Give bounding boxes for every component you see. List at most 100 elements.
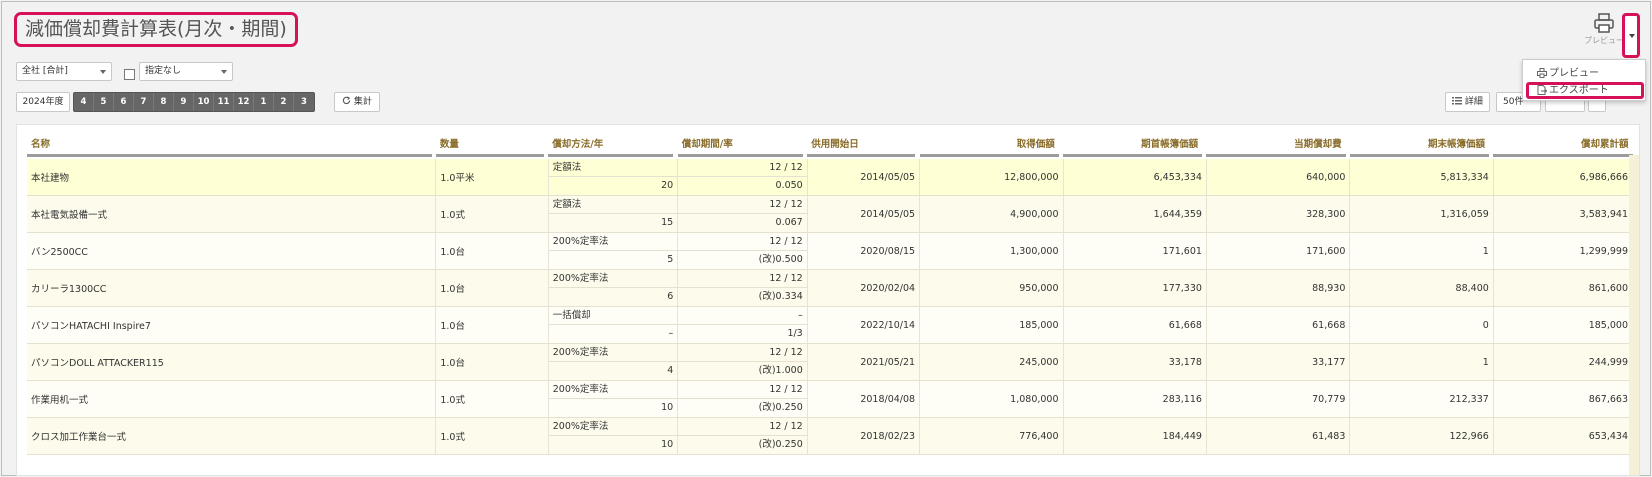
cell-method: 200%定率法 5 xyxy=(548,232,679,270)
table-row[interactable]: 本社電気設備一式 1.0式 定額法 15 12 / 12 0.067 2014/05/05 4… xyxy=(27,195,1634,233)
table-row[interactable]: パソコンDOLL ATTACKER115 1.0台 200%定率法 4 12 / 12 (… xyxy=(27,343,1634,381)
refresh-icon xyxy=(342,96,351,105)
cell-current-dep: 70,779 xyxy=(1206,380,1351,418)
cell-closing-book: 1 xyxy=(1349,232,1494,270)
cell-acquisition: 950,000 xyxy=(919,269,1064,307)
printer-icon xyxy=(1537,68,1547,78)
table-row[interactable]: クロス加工作業台一式 1.0式 200%定率法 10 12 / 12 (改)0.250 20… xyxy=(27,417,1634,455)
cell-acquisition: 12,800,000 xyxy=(919,159,1064,196)
column-header[interactable]: 期末帳簿価額 xyxy=(1349,125,1490,157)
cell-period: 12 / 12 (改)0.250 xyxy=(677,417,808,455)
cell-quantity: 1.0台 xyxy=(435,232,549,270)
column-header[interactable]: 償却累計額 xyxy=(1493,125,1633,157)
menu-item-export[interactable]: エクスポート xyxy=(1526,82,1644,99)
detail-button[interactable]: 詳細 xyxy=(1445,92,1490,112)
month-button[interactable]: 2 xyxy=(274,93,294,111)
cell-start: 2014/05/05 xyxy=(807,159,921,196)
cell-rate-value: 0.067 xyxy=(775,217,803,228)
table-row[interactable]: バン2500CC 1.0台 200%定率法 5 12 / 12 (改)0.500 2020/… xyxy=(27,232,1634,270)
cell-opening-book: 1,644,359 xyxy=(1063,195,1207,233)
month-button[interactable]: 11 xyxy=(214,93,234,111)
cell-years-value: – xyxy=(668,328,674,339)
list-icon xyxy=(1452,97,1463,105)
table-row[interactable]: 作業用机一式 1.0式 200%定率法 10 12 / 12 (改)0.250 2018/0… xyxy=(27,380,1634,418)
cell-opening-book: 283,116 xyxy=(1063,380,1207,418)
cell-current-dep: 61,483 xyxy=(1206,417,1351,455)
month-button[interactable]: 3 xyxy=(294,93,314,111)
month-button[interactable]: 10 xyxy=(194,93,214,111)
month-button[interactable]: 6 xyxy=(114,93,134,111)
column-header[interactable]: 償却方法/年 xyxy=(548,125,674,157)
cell-method: 定額法 20 xyxy=(548,159,679,196)
cell-period-value: 12 / 12 xyxy=(678,418,807,436)
cell-current-dep: 33,177 xyxy=(1206,343,1351,381)
column-header[interactable]: 数量 xyxy=(435,125,544,157)
cell-period-value: 12 / 12 xyxy=(678,233,807,251)
menu-item-export-label: エクスポート xyxy=(1549,85,1609,96)
cell-closing-book: 88,400 xyxy=(1349,269,1494,307)
column-header[interactable]: 償却期間/率 xyxy=(677,125,803,157)
month-button[interactable]: 1 xyxy=(254,93,274,111)
cell-years-value: 15 xyxy=(661,217,674,228)
cell-period: 12 / 12 0.050 xyxy=(677,159,808,196)
cell-closing-book: 122,966 xyxy=(1349,417,1494,455)
company-select[interactable]: 全社 [合計] xyxy=(16,62,112,81)
cell-quantity: 1.0台 xyxy=(435,269,549,307)
cell-years-value: 10 xyxy=(661,439,674,450)
designation-select-value: 指定なし xyxy=(145,66,182,76)
cell-period: 12 / 12 0.067 xyxy=(677,195,808,233)
export-dropdown-menu: プレビュー エクスポート xyxy=(1522,59,1646,101)
table-row[interactable]: パソコンHATACHI Inspire7 1.0台 一括償却 – –1/3 2022/10… xyxy=(27,306,1634,344)
cell-opening-book: 33,178 xyxy=(1063,343,1207,381)
cell-accumulated: 6,986,666 xyxy=(1493,159,1634,196)
designation-checkbox[interactable] xyxy=(124,69,135,80)
month-button[interactable]: 8 xyxy=(154,93,174,111)
cell-quantity: 1.0台 xyxy=(435,343,549,381)
depreciation-table-panel: 名称 数量 償却方法/年 償却期間/率 供用開始日 取得価額 期首帳簿価額 当期… xyxy=(16,124,1640,476)
cell-opening-book: 177,330 xyxy=(1063,269,1207,307)
column-header[interactable]: 取得価額 xyxy=(919,125,1059,157)
cell-period-value: – xyxy=(678,307,807,325)
cell-name: 本社電気設備一式 xyxy=(27,195,437,233)
month-button[interactable]: 5 xyxy=(94,93,114,111)
column-header[interactable]: 供用開始日 xyxy=(807,125,916,157)
column-header[interactable]: 名称 xyxy=(27,125,432,157)
export-dropdown-toggle[interactable] xyxy=(1622,13,1640,58)
month-button[interactable]: 9 xyxy=(174,93,194,111)
cell-method: 200%定率法 10 xyxy=(548,380,679,418)
cell-rate-value: (改)0.334 xyxy=(758,291,803,302)
month-button[interactable]: 4 xyxy=(74,93,94,111)
cell-current-dep: 61,668 xyxy=(1206,306,1351,344)
cell-acquisition: 4,900,000 xyxy=(919,195,1064,233)
cell-closing-book: 0 xyxy=(1349,306,1494,344)
cell-rate-value: 0.050 xyxy=(775,180,803,191)
print-preview-button[interactable]: プレビュー xyxy=(1580,12,1628,46)
cell-start: 2014/05/05 xyxy=(807,195,921,233)
month-button[interactable]: 7 xyxy=(134,93,154,111)
cell-closing-book: 212,337 xyxy=(1349,380,1494,418)
detail-label: 詳細 xyxy=(1464,97,1483,107)
tally-label: 集計 xyxy=(353,97,372,107)
cell-current-dep: 88,930 xyxy=(1206,269,1351,307)
table-row[interactable]: カリーラ1300CC 1.0台 200%定率法 6 12 / 12 (改)0.334 202… xyxy=(27,269,1634,307)
cell-opening-book: 184,449 xyxy=(1063,417,1207,455)
cell-method-value: 定額法 xyxy=(548,196,678,214)
table-row[interactable]: 本社建物 1.0平米 定額法 20 12 / 12 0.050 2014/05/05 12,8… xyxy=(27,159,1634,196)
cell-name: クロス加工作業台一式 xyxy=(27,417,437,455)
cell-period: – 1/3 xyxy=(677,306,808,344)
table-scrollbar[interactable] xyxy=(1629,155,1639,475)
fiscal-year-button[interactable]: 2024年度 xyxy=(16,92,70,112)
page-title: 減価償却費計算表(月次・期間) xyxy=(14,12,298,47)
tally-button[interactable]: 集計 xyxy=(334,92,380,112)
cell-name: パソコンDOLL ATTACKER115 xyxy=(27,343,437,381)
cell-start: 2020/02/04 xyxy=(807,269,921,307)
column-header[interactable]: 当期償却費 xyxy=(1206,125,1346,157)
cell-current-dep: 171,600 xyxy=(1206,232,1351,270)
menu-item-preview[interactable]: プレビュー xyxy=(1537,64,1599,79)
cell-method-value: 200%定率法 xyxy=(548,381,678,399)
column-header[interactable]: 期首帳簿価額 xyxy=(1063,125,1203,157)
month-button[interactable]: 12 xyxy=(234,93,254,111)
cell-start: 2018/04/08 xyxy=(807,380,921,418)
cell-method-value: 200%定率法 xyxy=(548,344,678,362)
designation-select[interactable]: 指定なし xyxy=(139,62,233,81)
